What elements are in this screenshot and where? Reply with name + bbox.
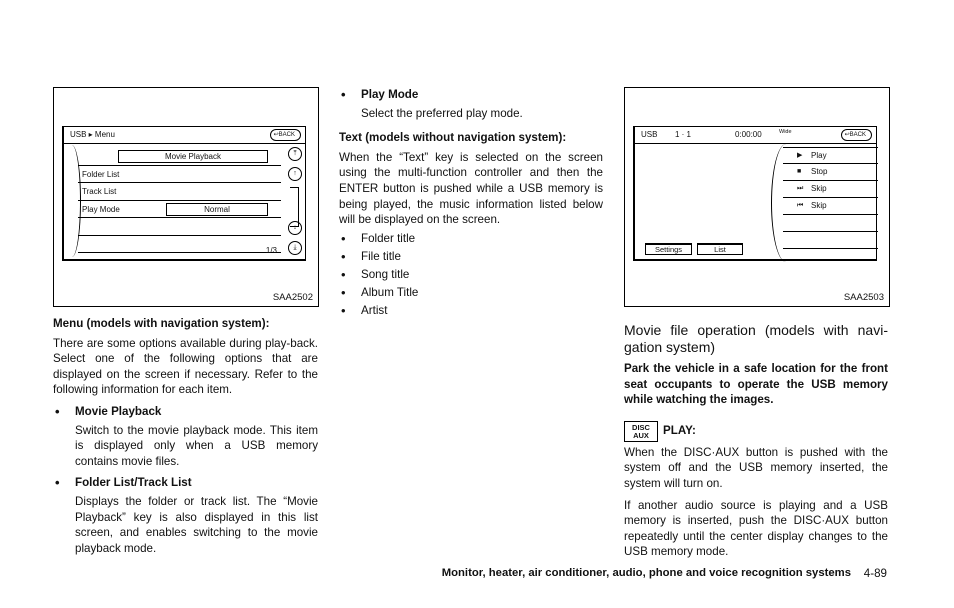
list-item: Folder title (339, 231, 603, 247)
list-item: Artist (339, 303, 603, 319)
figure-code: SAA2503 (843, 292, 884, 303)
figure-code: SAA2502 (272, 292, 313, 303)
menu-list: Movie Playback Folder List Track List Pl… (78, 148, 281, 253)
empty-control-row (783, 232, 878, 249)
music-info-list: Folder title File title Song title Album… (339, 231, 603, 319)
menu-row-track-list[interactable]: Track List (78, 183, 281, 201)
skip-back-control[interactable]: ⏮ Skip (783, 198, 878, 215)
menu-row-folder-list[interactable]: Folder List (78, 166, 281, 183)
text-intro: When the “Text” key is selected on the s… (339, 150, 603, 227)
column-3: USB 1 · 1 0:00:00 Wide ↩BACK ▶ Play ■ St… (624, 87, 890, 560)
bullet-body: Select the preferred play mode. (361, 106, 523, 120)
bullet-title: Movie Playback (53, 404, 318, 420)
movie-playback-screen: USB 1 · 1 0:00:00 Wide ↩BACK ▶ Play ■ St… (633, 126, 878, 262)
stop-icon: ■ (797, 168, 802, 175)
menu-row-label: Play Mode (82, 204, 120, 214)
menu-row-label: Track List (82, 187, 117, 196)
scroll-bottom-icon[interactable]: ⤓ (288, 241, 302, 255)
list-item: Song title (339, 267, 603, 283)
screen-header: USB 1 · 1 0:00:00 Wide ↩BACK (635, 127, 876, 144)
disc-aux-button-icon: DISC AUX (624, 420, 658, 442)
empty-control-row (783, 215, 878, 232)
safety-warning: Park the vehicle in a safe location for … (624, 362, 888, 407)
figure-usb-menu: USB ▸ Menu ↩BACK Movie Playback Folder L… (53, 87, 319, 307)
page-number: 4-89 (863, 567, 887, 580)
screen-title: USB ▸ Menu (70, 130, 115, 139)
play-icon: ▶ (797, 152, 803, 159)
control-label: Skip (811, 184, 827, 193)
figure-movie-playback: USB 1 · 1 0:00:00 Wide ↩BACK ▶ Play ■ St… (624, 87, 890, 307)
column-2: Play Mode Select the preferred play mode… (339, 87, 603, 318)
play-heading: DISC AUX PLAY: (624, 420, 888, 442)
control-label: Play (811, 151, 827, 160)
back-button[interactable]: ↩BACK (840, 129, 872, 141)
playback-controls: ▶ Play ■ Stop ⏭ Skip ⏮ Skip (783, 147, 878, 259)
column-1: USB ▸ Menu ↩BACK Movie Playback Folder L… (53, 87, 319, 556)
skip-forward-control[interactable]: ⏭ Skip (783, 181, 878, 198)
control-label: Skip (811, 201, 827, 210)
list-item: File title (339, 249, 603, 265)
bullet-title: Play Mode (339, 87, 603, 103)
play-heading-label: PLAY: (663, 424, 696, 438)
play-paragraph-1: When the DISC·AUX button is pushed with … (624, 445, 888, 490)
elapsed-time: 0:00:00 (735, 130, 762, 139)
footer-section-title: Monitor, heater, air conditioner, audio,… (441, 567, 851, 579)
track-number: 1 · 1 (675, 130, 692, 139)
skip-back-icon: ⏮ (797, 202, 804, 209)
text-heading: Text (models without navigation system): (339, 131, 567, 145)
skip-forward-icon: ⏭ (797, 185, 804, 192)
bullet-body: Displays the folder or track list. The “… (75, 494, 318, 555)
play-mode-value[interactable]: Normal (166, 202, 268, 216)
settings-button[interactable]: Settings (645, 243, 692, 255)
disc-aux-label: AUX (633, 431, 649, 441)
menu-intro: There are some options available during … (53, 336, 318, 397)
usb-menu-screen: USB ▸ Menu ↩BACK Movie Playback Folder L… (62, 126, 306, 261)
source-label: USB (641, 130, 658, 139)
play-control[interactable]: ▶ Play (783, 147, 878, 164)
play-paragraph-2: If another audio source is playing and a… (624, 498, 888, 559)
screen-header: USB ▸ Menu ↩BACK (64, 127, 305, 144)
movie-playback-key[interactable]: Movie Playback (118, 150, 268, 163)
scroll-top-icon[interactable]: ⤒ (288, 147, 302, 161)
stop-control[interactable]: ■ Stop (783, 164, 878, 181)
menu-row-label: Folder List (82, 169, 120, 179)
page-indicator: 1/3 (265, 246, 277, 255)
section-title: Movie file operation (models with navi-g… (624, 322, 888, 355)
scroll-up-icon[interactable]: ↑ (288, 167, 302, 181)
menu-row-empty (78, 218, 281, 236)
list-item: Album Title (339, 285, 603, 301)
aspect-label: Wide (779, 129, 792, 135)
menu-row-empty (78, 236, 281, 253)
menu-heading: Menu (models with navigation system): (53, 317, 270, 330)
bullet-title: Folder List/Track List (53, 475, 318, 491)
list-button[interactable]: List (697, 243, 743, 255)
bullet-body: Switch to the movie playback mode. This … (75, 423, 318, 468)
back-button[interactable]: ↩BACK (269, 129, 301, 141)
menu-row-play-mode[interactable]: Play Mode Normal (78, 201, 281, 218)
menu-row-movie-playback[interactable]: Movie Playback (78, 148, 281, 166)
scroll-down-icon[interactable]: ↓ (288, 221, 302, 235)
control-label: Stop (811, 167, 828, 176)
